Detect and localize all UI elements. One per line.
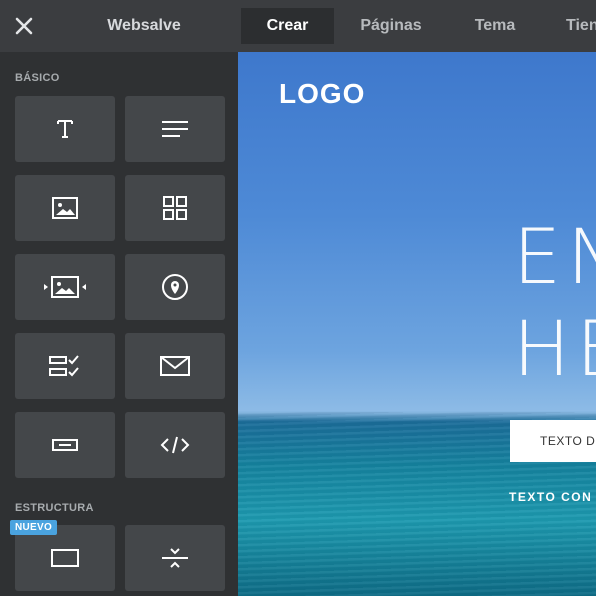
section-icon [51, 549, 79, 567]
image-icon [52, 197, 78, 219]
element-form[interactable] [15, 333, 115, 399]
gallery-icon [163, 196, 187, 220]
slideshow-icon [44, 276, 86, 298]
tab-tienda[interactable]: Tien [558, 8, 596, 44]
section-title-basico: BÁSICO [15, 72, 60, 84]
map-pin-icon [162, 274, 188, 300]
form-icon [49, 355, 79, 377]
element-image[interactable] [15, 175, 115, 241]
section-title-estructura: ESTRUCTURA [15, 502, 94, 514]
element-text[interactable] [15, 96, 115, 162]
paragraph-icon [162, 121, 188, 137]
text-icon [57, 120, 73, 138]
close-icon [15, 17, 33, 35]
button-icon [52, 439, 78, 451]
hero-subtext[interactable]: TEXTO CON [509, 490, 592, 504]
element-button[interactable] [15, 412, 115, 478]
divider-icon [162, 548, 188, 568]
hero-heading-line1[interactable]: EN [513, 212, 596, 301]
elements-sidebar: BÁSICO ESTRUCTURA NUEVO [0, 52, 238, 596]
top-bar: Websalve Crear Páginas Tema Tien [0, 0, 596, 52]
element-embed-code[interactable] [125, 412, 225, 478]
hero-heading-line2[interactable]: HE [513, 304, 596, 393]
email-icon [160, 356, 190, 376]
new-badge: NUEVO [10, 520, 58, 535]
element-paragraph[interactable] [125, 96, 225, 162]
brand-name: Websalve [107, 17, 181, 34]
tab-tema[interactable]: Tema [459, 8, 531, 44]
site-preview: LOGO EN HE TEXTO D TEXTO CON [238, 52, 596, 596]
element-gallery[interactable] [125, 175, 225, 241]
tab-paginas[interactable]: Páginas [343, 8, 439, 44]
site-logo[interactable]: LOGO [279, 78, 365, 110]
element-slideshow[interactable] [15, 254, 115, 320]
element-divider[interactable] [125, 525, 225, 591]
tab-crear[interactable]: Crear [241, 8, 334, 44]
close-button[interactable] [12, 14, 36, 38]
element-email[interactable] [125, 333, 225, 399]
hero-cta-button[interactable]: TEXTO D [510, 420, 596, 462]
embed-code-icon [160, 436, 190, 454]
element-map[interactable] [125, 254, 225, 320]
